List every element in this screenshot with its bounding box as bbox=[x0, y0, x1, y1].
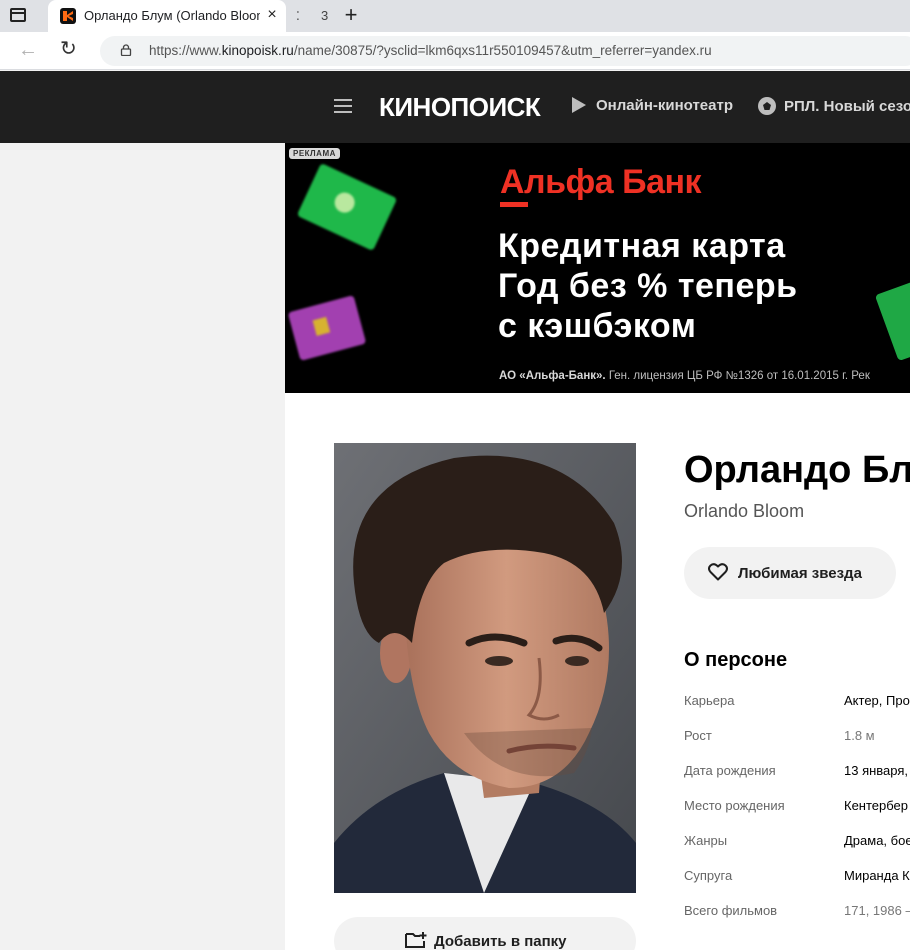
hamburger-menu-icon[interactable] bbox=[334, 99, 352, 113]
heart-icon bbox=[708, 563, 728, 581]
fact-value[interactable]: Кентербер bbox=[844, 798, 908, 813]
fact-value[interactable]: Актер, Про bbox=[844, 693, 910, 708]
green-card-graphic-right bbox=[874, 274, 910, 362]
ad-legal-rest: Ген. лицензия ЦБ РФ №1326 от 16.01.2015 … bbox=[605, 370, 870, 382]
reload-icon[interactable]: ↻ bbox=[60, 38, 77, 60]
ad-brand-underline bbox=[500, 202, 528, 207]
fact-value[interactable]: 13 января, bbox=[844, 763, 908, 778]
portrait-image bbox=[334, 443, 636, 893]
fact-label: Карьера bbox=[684, 693, 735, 708]
person-photo bbox=[334, 443, 636, 893]
person-name-ru: Орландо Бл bbox=[684, 449, 910, 491]
nav-rpl[interactable]: РПЛ. Новый сезо bbox=[758, 97, 910, 115]
ad-legal-text: АО «Альфа-Банк». Ген. лицензия ЦБ РФ №13… bbox=[499, 370, 870, 382]
ad-headline-2: Год без % теперь bbox=[498, 267, 798, 305]
url-path: /name/30875/?ysclid=lkm6qxs11r550109457&… bbox=[293, 43, 712, 58]
add-to-folder-label: Добавить в папку bbox=[434, 933, 567, 950]
add-to-folder-button[interactable]: Добавить в папку bbox=[334, 917, 636, 950]
ad-legal-bold: АО «Альфа-Банк». bbox=[499, 370, 606, 382]
ad-banner[interactable]: РЕКЛАМА Альфа Банк Кредитная карта Год б… bbox=[285, 143, 910, 393]
tab-count[interactable]: 3 bbox=[321, 8, 328, 23]
fact-value[interactable]: Миранда К bbox=[844, 868, 910, 883]
address-bar[interactable]: https://www.kinopoisk.ru/name/30875/?ysc… bbox=[100, 36, 910, 66]
kinopoisk-favicon-icon bbox=[60, 8, 76, 24]
fact-row-birthdate: Дата рождения 13 января, bbox=[684, 763, 910, 783]
fact-value[interactable]: Драма, бое bbox=[844, 833, 910, 848]
about-person-title: О персоне bbox=[684, 649, 788, 671]
tab-title: Орландо Блум (Orlando Bloom): bbox=[84, 8, 260, 23]
sidebar-toggle-icon[interactable] bbox=[10, 8, 26, 22]
fact-label: Место рождения bbox=[684, 798, 785, 813]
lock-icon bbox=[120, 44, 132, 56]
kinopoisk-logo[interactable]: КИНОПОИСК bbox=[379, 92, 541, 123]
fact-label: Жанры bbox=[684, 833, 728, 848]
tab-more-icon[interactable]: ⁚ bbox=[296, 9, 300, 23]
url-prefix: https://www. bbox=[149, 43, 222, 58]
new-tab-icon[interactable]: + bbox=[340, 3, 362, 27]
folder-plus-icon bbox=[405, 932, 427, 948]
fact-label: Рост bbox=[684, 728, 712, 743]
nav-online-label: Онлайн-кинотеатр bbox=[596, 97, 733, 114]
play-icon bbox=[572, 97, 586, 113]
ad-headline-3: с кэшбэком bbox=[498, 307, 697, 345]
site-header: КИНОПОИСК Онлайн-кинотеатр РПЛ. Новый се… bbox=[0, 71, 910, 143]
tab-close-icon[interactable]: × bbox=[264, 6, 280, 24]
ad-headline-1: Кредитная карта bbox=[498, 227, 786, 265]
url-text[interactable]: https://www.kinopoisk.ru/name/30875/?ysc… bbox=[149, 43, 712, 58]
favorite-star-label: Любимая звезда bbox=[738, 565, 862, 582]
fact-label: Дата рождения bbox=[684, 763, 776, 778]
nav-online-cinema[interactable]: Онлайн-кинотеатр bbox=[572, 97, 733, 114]
favorite-star-button[interactable]: Любимая звезда bbox=[684, 547, 896, 599]
browser-tabbar: Орландо Блум (Orlando Bloom): × ⁚ 3 + bbox=[0, 0, 910, 32]
fact-value[interactable]: 171, 1986 — bbox=[844, 903, 910, 918]
person-name-en: Orlando Bloom bbox=[684, 501, 805, 521]
fact-row-career: Карьера Актер, Про bbox=[684, 693, 910, 713]
fact-row-spouse: Супруга Миранда К bbox=[684, 868, 910, 888]
fact-row-genres: Жанры Драма, бое bbox=[684, 833, 910, 853]
url-domain: kinopoisk.ru bbox=[221, 43, 294, 58]
back-arrow-icon[interactable]: ← bbox=[18, 40, 38, 60]
nav-rpl-label: РПЛ. Новый сезо bbox=[784, 98, 910, 115]
soccer-ball-icon bbox=[758, 97, 776, 115]
purple-card-graphic bbox=[287, 295, 367, 361]
green-card-graphic bbox=[296, 162, 398, 252]
fact-row-total-films: Всего фильмов 171, 1986 — bbox=[684, 903, 910, 923]
ad-brand: Альфа Банк bbox=[500, 163, 702, 201]
ad-badge: РЕКЛАМА bbox=[289, 148, 340, 159]
fact-row-birthplace: Место рождения Кентербер bbox=[684, 798, 910, 818]
fact-value: 1.8 м bbox=[844, 728, 875, 743]
person-content: Добавить в папку Орландо Бл Orlando Bloo… bbox=[285, 393, 910, 950]
fact-row-height: Рост 1.8 м bbox=[684, 728, 910, 748]
browser-tab-active[interactable]: Орландо Блум (Orlando Bloom): × bbox=[48, 0, 286, 32]
browser-toolbar: ← ↻ https://www.kinopoisk.ru/name/30875/… bbox=[0, 32, 910, 70]
fact-label: Супруга bbox=[684, 868, 733, 883]
fact-label: Всего фильмов bbox=[684, 903, 778, 918]
